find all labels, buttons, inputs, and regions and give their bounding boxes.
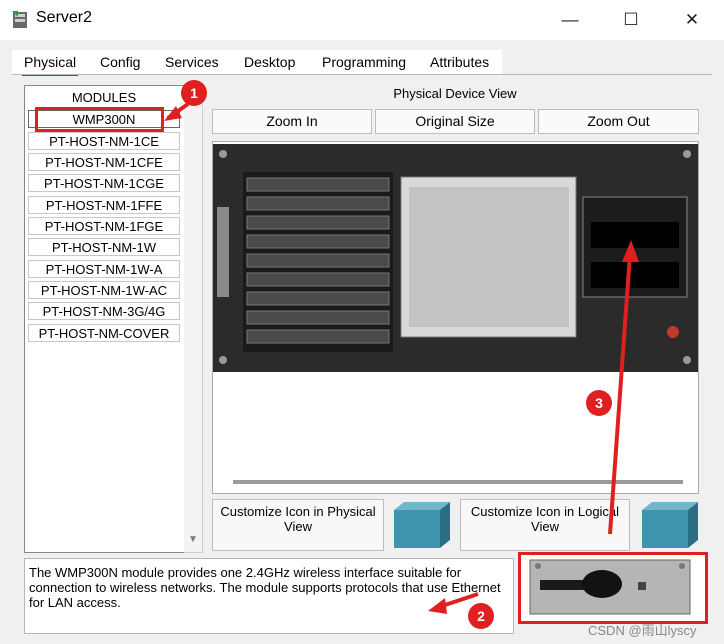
watermark: CSDN @雨山lyscy xyxy=(588,623,697,638)
annotation-arrows xyxy=(164,102,639,614)
annotation-badge-1: 1 xyxy=(181,80,207,106)
annotation-badge-2: 2 xyxy=(468,603,494,629)
